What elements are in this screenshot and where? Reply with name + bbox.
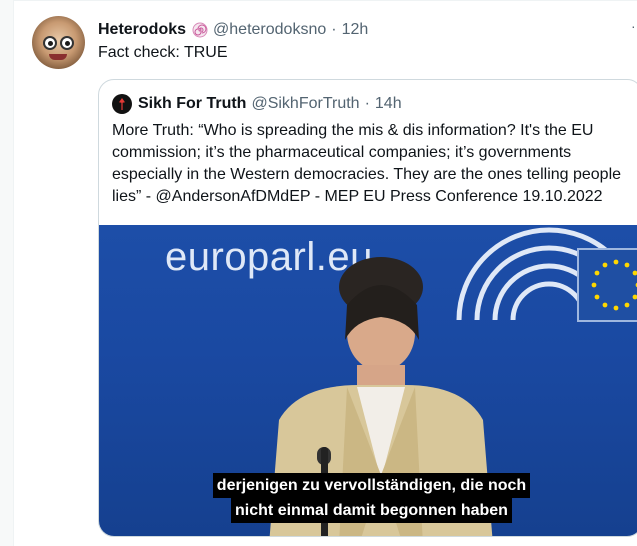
subtitle-line-2: nicht einmal damit begonnen haben (99, 498, 637, 523)
quoted-handle[interactable]: @SikhForTruth (251, 95, 359, 113)
display-name[interactable]: Heterodoks (98, 21, 186, 39)
more-options-icon[interactable]: · (631, 18, 637, 38)
quoted-tweet[interactable]: Sikh For Truth @SikhForTruth · 14h More … (98, 79, 637, 537)
subtitle-line-1: derjenigen zu vervollständigen, die noch (99, 473, 637, 498)
timestamp[interactable]: 12h (342, 21, 369, 39)
quoted-tweet-header: Sikh For Truth @SikhForTruth · 14h (112, 93, 402, 115)
column-border (13, 0, 14, 546)
quoted-separator-dot: · (364, 95, 370, 112)
eu-flag (577, 248, 637, 322)
spiral-icon (192, 22, 208, 38)
quoted-tweet-text: More Truth: “Who is spreading the mis & … (112, 122, 622, 205)
quoted-avatar[interactable] (112, 94, 132, 114)
tweet-divider (14, 0, 637, 1)
left-gutter (0, 0, 13, 546)
video-media[interactable]: europarl.eu derjenigen zu vervollständig… (99, 225, 637, 536)
tweet-text: Fact check: TRUE (98, 44, 228, 61)
quoted-display-name[interactable]: Sikh For Truth (138, 95, 246, 113)
avatar-eye-left (43, 36, 57, 50)
avatar[interactable] (32, 16, 85, 69)
subtitle-text-2: nicht einmal damit begonnen haben (231, 498, 512, 523)
separator-dot: · (331, 21, 337, 38)
avatar-eye-right (60, 36, 74, 50)
handle[interactable]: @heterodoksno (213, 21, 326, 39)
tweet-header: Heterodoks @heterodoksno · 12h (98, 19, 368, 41)
quoted-timestamp[interactable]: 14h (375, 95, 402, 113)
subtitle-text-1: derjenigen zu vervollständigen, die noch (212, 473, 531, 498)
avatar-mouth (49, 54, 67, 60)
